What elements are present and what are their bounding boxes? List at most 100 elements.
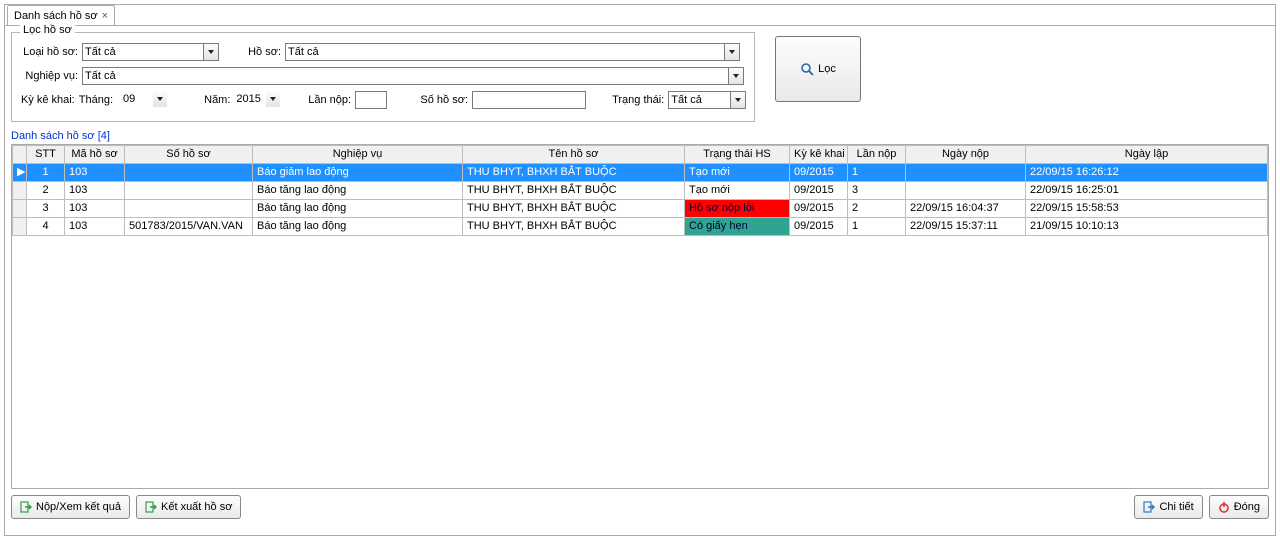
nam-combo[interactable]: 2015: [234, 91, 280, 109]
col-nghiep-vu[interactable]: Nghiệp vụ: [253, 146, 463, 164]
cell-lan-nop: 1: [848, 218, 906, 236]
cell-stt: 3: [27, 200, 65, 218]
cell-stt: 1: [27, 164, 65, 182]
nop-xem-ket-qua-button[interactable]: Nộp/Xem kết quả: [11, 495, 130, 519]
nghiep-vu-combo[interactable]: Tất cả: [82, 67, 744, 85]
cell-ten-ho-so: THU BHYT, BHXH BẮT BUỘC: [463, 200, 685, 218]
nam-value: 2015: [236, 93, 260, 105]
chevron-down-icon[interactable]: [153, 91, 167, 107]
dong-button[interactable]: Đóng: [1209, 495, 1269, 519]
loai-ho-so-value: Tất cả: [85, 46, 116, 58]
cell-lan-nop: 1: [848, 164, 906, 182]
table-row[interactable]: ▶1103Báo giảm lao độngTHU BHYT, BHXH BẮT…: [13, 164, 1268, 182]
export-icon: [20, 501, 32, 513]
chi-tiet-label: Chi tiết: [1159, 501, 1193, 513]
cell-ten-ho-so: THU BHYT, BHXH BẮT BUỘC: [463, 218, 685, 236]
filter-legend: Lọc hồ sơ: [20, 24, 75, 36]
cell-ngay-nop: 22/09/15 16:04:37: [906, 200, 1026, 218]
trang-thai-combo[interactable]: Tất cả: [668, 91, 746, 109]
cell-ngay-lap: 22/09/15 15:58:53: [1026, 200, 1268, 218]
cell-ky-ke-khai: 09/2015: [790, 200, 848, 218]
cell-ky-ke-khai: 09/2015: [790, 164, 848, 182]
so-ho-so-input[interactable]: [472, 91, 586, 109]
tab-title: Danh sách hồ sơ: [14, 10, 98, 22]
lan-nop-input[interactable]: [355, 91, 387, 109]
col-ngay-lap[interactable]: Ngày lập: [1026, 146, 1268, 164]
table-header-row: STT Mã hồ sơ Số hồ sơ Nghiệp vụ Tên hồ s…: [13, 146, 1268, 164]
cell-ngay-lap: 22/09/15 16:26:12: [1026, 164, 1268, 182]
cell-trang-thai: Có giấy hẹn: [685, 218, 790, 236]
nop-xem-label: Nộp/Xem kết quả: [36, 501, 121, 513]
tab-danh-sach-ho-so[interactable]: Danh sách hồ sơ ×: [7, 5, 115, 25]
thang-value: 09: [123, 93, 135, 105]
nghiep-vu-value: Tất cả: [85, 70, 116, 82]
col-ngay-nop[interactable]: Ngày nộp: [906, 146, 1026, 164]
cell-so-ho-so: [125, 164, 253, 182]
chevron-down-icon[interactable]: [203, 44, 218, 60]
cell-nghiep-vu: Báo tăng lao động: [253, 200, 463, 218]
chevron-down-icon[interactable]: [724, 44, 739, 60]
cell-lan-nop: 2: [848, 200, 906, 218]
cell-trang-thai: Tạo mới: [685, 164, 790, 182]
nam-label: Năm:: [195, 94, 235, 106]
col-ma-ho-so[interactable]: Mã hồ sơ: [65, 146, 125, 164]
trang-thai-value: Tất cả: [671, 94, 702, 106]
chevron-down-icon[interactable]: [266, 91, 280, 107]
ho-so-combo[interactable]: Tất cả: [285, 43, 740, 61]
col-so-ho-so[interactable]: Số hồ sơ: [125, 146, 253, 164]
loc-button[interactable]: Lọc: [775, 36, 861, 102]
row-marker: [13, 182, 27, 200]
chevron-down-icon[interactable]: [730, 92, 745, 108]
cell-trang-thai: Tạo mới: [685, 182, 790, 200]
power-icon: [1218, 501, 1230, 513]
col-lan-nop[interactable]: Lần nộp: [848, 146, 906, 164]
table-row[interactable]: 3103 Báo tăng lao độngTHU BHYT, BHXH BẮT …: [13, 200, 1268, 218]
footer: Nộp/Xem kết quả Kết xuất hồ sơ Chi tiết …: [5, 489, 1275, 525]
cell-ma: 103: [65, 182, 125, 200]
row-marker: ▶: [13, 164, 27, 182]
cell-stt: 2: [27, 182, 65, 200]
subtitle: Danh sách hồ sơ [4]: [5, 130, 1275, 142]
cell-nghiep-vu: Báo tăng lao động: [253, 182, 463, 200]
col-stt[interactable]: STT: [27, 146, 65, 164]
cell-ma: 103: [65, 200, 125, 218]
col-ky-ke-khai[interactable]: Kỳ kê khai: [790, 146, 848, 164]
chevron-down-icon[interactable]: [728, 68, 743, 84]
row-marker: [13, 218, 27, 236]
ho-so-label: Hồ sơ:: [233, 46, 285, 58]
search-icon: [800, 62, 814, 76]
cell-ten-ho-so: THU BHYT, BHXH BẮT BUỘC: [463, 182, 685, 200]
ket-xuat-label: Kết xuất hồ sơ: [161, 501, 232, 513]
loai-ho-so-combo[interactable]: Tất cả: [82, 43, 219, 61]
ky-ke-khai-label: Kỳ kê khai:: [20, 94, 79, 106]
cell-ten-ho-so: THU BHYT, BHXH BẮT BUỘC: [463, 164, 685, 182]
cell-so-ho-so: [125, 200, 253, 218]
thang-combo[interactable]: 09: [121, 91, 167, 109]
col-ten-ho-so[interactable]: Tên hồ sơ: [463, 146, 685, 164]
ho-so-table[interactable]: STT Mã hồ sơ Số hồ sơ Nghiệp vụ Tên hồ s…: [11, 144, 1269, 489]
table-row[interactable]: 4103501783/2015/VAN.VANBáo tăng lao động…: [13, 218, 1268, 236]
cell-so-ho-so: 501783/2015/VAN.VAN: [125, 218, 253, 236]
cell-ngay-nop: [906, 164, 1026, 182]
so-ho-so-label: Số hồ sơ:: [409, 94, 472, 106]
cell-ngay-nop: [906, 182, 1026, 200]
cell-ma: 103: [65, 218, 125, 236]
close-icon[interactable]: ×: [102, 10, 108, 22]
loai-ho-so-label: Loại hồ sơ:: [20, 46, 82, 58]
cell-so-ho-so: [125, 182, 253, 200]
table-row[interactable]: 2103 Báo tăng lao độngTHU BHYT, BHXH BẮT …: [13, 182, 1268, 200]
ket-xuat-ho-so-button[interactable]: Kết xuất hồ sơ: [136, 495, 241, 519]
col-trang-thai[interactable]: Trạng thái HS: [685, 146, 790, 164]
cell-ngay-lap: 21/09/15 10:10:13: [1026, 218, 1268, 236]
loc-label: Lọc: [818, 63, 836, 75]
cell-lan-nop: 3: [848, 182, 906, 200]
cell-ma: 103: [65, 164, 125, 182]
filter-groupbox: Lọc hồ sơ Loại hồ sơ: Tất cả Hồ sơ: Tất …: [11, 32, 755, 122]
row-marker: [13, 200, 27, 218]
cell-ky-ke-khai: 09/2015: [790, 182, 848, 200]
chi-tiet-button[interactable]: Chi tiết: [1134, 495, 1202, 519]
lan-nop-label: Lần nộp:: [302, 94, 355, 106]
dong-label: Đóng: [1234, 501, 1260, 513]
thang-label: Tháng:: [79, 94, 117, 106]
cell-ky-ke-khai: 09/2015: [790, 218, 848, 236]
